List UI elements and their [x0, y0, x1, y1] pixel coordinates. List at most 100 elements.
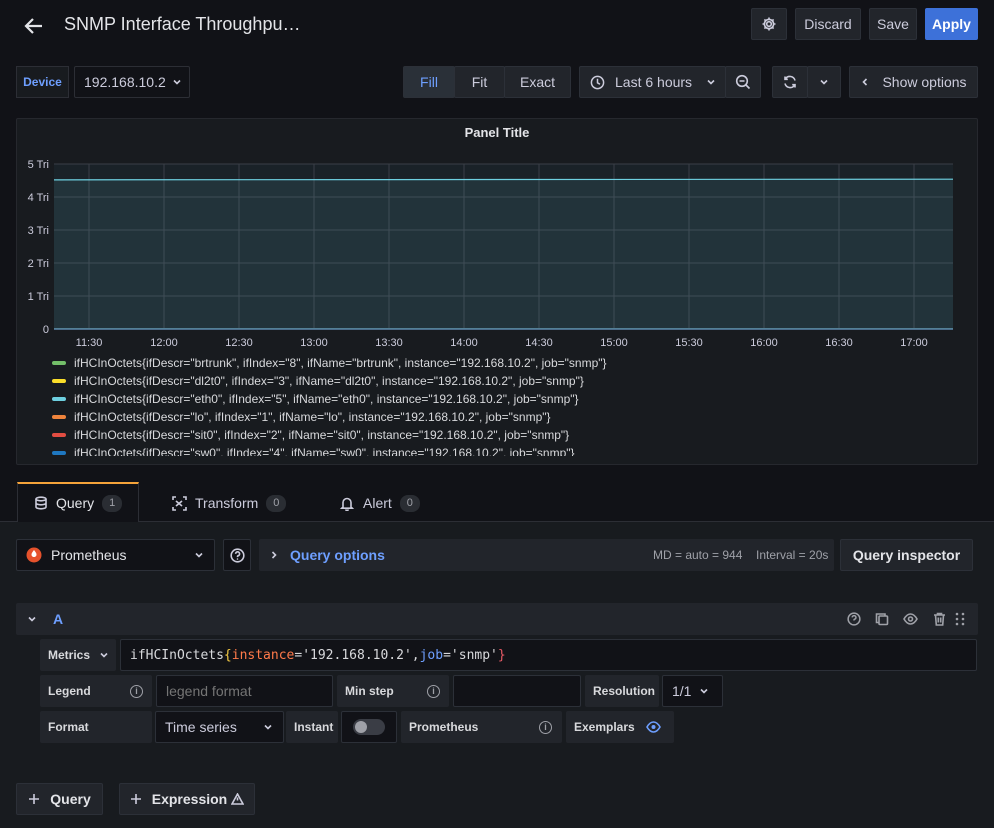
- format-select[interactable]: Time series: [155, 711, 284, 743]
- datasource-name: Prometheus: [51, 547, 127, 563]
- x-tick-label: 13:00: [300, 337, 328, 349]
- legend-item[interactable]: ifHCInOctets{ifDescr="sw0", ifIndex="4",…: [52, 446, 575, 456]
- brace-open: {: [223, 647, 232, 663]
- query-help-button[interactable]: [846, 611, 862, 627]
- chevron-down-icon: [707, 79, 715, 85]
- info-icon[interactable]: i: [539, 720, 552, 734]
- legend-item[interactable]: ifHCInOctets{ifDescr="brtrunk", ifIndex=…: [52, 356, 607, 370]
- variable-label: Device: [16, 66, 69, 98]
- eye-icon: [903, 613, 918, 625]
- legend-label: ifHCInOctets{ifDescr="lo", ifIndex="1", …: [74, 410, 551, 424]
- datasource-picker[interactable]: Prometheus: [16, 539, 215, 571]
- format-value: Time series: [165, 719, 237, 735]
- zoom-out-button[interactable]: [725, 66, 761, 98]
- chevron-right-icon: [271, 551, 277, 559]
- refresh-icon: [784, 75, 796, 89]
- series-area: [54, 179, 953, 329]
- operator-eq: =: [443, 647, 451, 663]
- panel-title[interactable]: Panel Title: [17, 125, 977, 140]
- delete-query-button[interactable]: [931, 611, 947, 627]
- x-tick-label: 15:30: [675, 337, 703, 349]
- info-icon[interactable]: i: [427, 684, 440, 698]
- tab-alert[interactable]: Alert 0: [340, 484, 420, 522]
- legend-item[interactable]: ifHCInOctets{ifDescr="sit0", ifIndex="2"…: [52, 428, 569, 442]
- chevron-down-icon: [100, 652, 108, 658]
- x-tick-label: 14:30: [525, 337, 553, 349]
- help-icon: [847, 612, 861, 626]
- chevron-down-icon: [820, 79, 828, 85]
- tab-query-count: 1: [102, 494, 123, 512]
- back-button[interactable]: [20, 12, 48, 40]
- legend-swatch: [52, 379, 66, 383]
- add-expression-button[interactable]: Expression: [119, 783, 255, 815]
- save-button[interactable]: Save: [869, 8, 917, 40]
- device-select[interactable]: 192.168.10.2: [74, 66, 190, 98]
- y-tick-label: 0: [43, 324, 49, 336]
- bell-icon: [340, 497, 354, 511]
- transform-icon: [172, 495, 187, 511]
- time-range-picker[interactable]: Last 6 hours: [579, 66, 726, 98]
- refresh-interval-button[interactable]: [807, 66, 841, 98]
- metric-name: ifHCInOctets: [130, 647, 224, 663]
- toggle-knob: [355, 721, 367, 733]
- copy-icon: [875, 613, 889, 626]
- resolution-value: 1/1: [672, 683, 692, 699]
- legend-field-label: Legend i: [40, 675, 152, 707]
- exact-button[interactable]: Exact: [504, 66, 571, 98]
- datasource-help-button[interactable]: [223, 539, 251, 571]
- md-info: MD = auto = 944: [653, 548, 743, 562]
- resolution-field-label: Resolution: [585, 675, 659, 707]
- chevron-down-icon: [28, 616, 36, 622]
- add-query-button[interactable]: Query: [16, 783, 103, 815]
- tab-transform[interactable]: Transform 0: [172, 484, 287, 522]
- legend-label: ifHCInOctets{ifDescr="sw0", ifIndex="4",…: [74, 446, 575, 456]
- show-options-label: Show options: [882, 74, 967, 90]
- toggle-visibility-button[interactable]: [902, 611, 919, 627]
- exemplars-label: Exemplars: [574, 720, 635, 734]
- fit-button[interactable]: Fit: [454, 66, 505, 98]
- query-ref-name[interactable]: A: [53, 611, 63, 627]
- label-key-instance: instance: [231, 647, 295, 663]
- legend-item[interactable]: ifHCInOctets{ifDescr="eth0", ifIndex="5"…: [52, 392, 579, 406]
- arrow-left-icon: [24, 18, 42, 34]
- y-tick-label: 5 Tri: [28, 159, 49, 171]
- legend-format-input[interactable]: [156, 675, 333, 707]
- refresh-button[interactable]: [772, 66, 808, 98]
- plus-icon: [130, 794, 141, 804]
- tab-alert-label: Alert: [363, 495, 392, 511]
- apply-button[interactable]: Apply: [925, 8, 978, 40]
- info-icon[interactable]: i: [130, 684, 143, 698]
- query-options-toggle[interactable]: Query options MD = auto = 944 Interval =…: [259, 539, 834, 571]
- drag-handle[interactable]: [954, 611, 966, 627]
- settings-button[interactable]: [751, 8, 787, 40]
- collapse-query-button[interactable]: [24, 611, 40, 627]
- query-expression-input[interactable]: ifHCInOctets{instance = '192.168.10.2', job…: [120, 639, 977, 671]
- database-icon: [35, 496, 47, 510]
- metrics-browser-button[interactable]: Metrics: [40, 639, 116, 671]
- chart[interactable]: 5 Tri 4 Tri 3 Tri 2 Tri 1 Tri 0 11:30 12:00 12:3…: [17, 149, 977, 379]
- query-options-label: Query options: [290, 547, 385, 563]
- query-inspector-button[interactable]: Query inspector: [840, 539, 973, 571]
- resolution-select[interactable]: 1/1: [662, 675, 723, 707]
- legend-label: ifHCInOctets{ifDescr="eth0", ifIndex="5"…: [74, 392, 579, 406]
- tab-transform-label: Transform: [195, 495, 259, 511]
- min-step-input[interactable]: [453, 675, 581, 707]
- chevron-down-icon: [173, 79, 181, 85]
- legend-item[interactable]: ifHCInOctets{ifDescr="dl2t0", ifIndex="3…: [52, 374, 584, 388]
- prometheus-icon: [26, 547, 42, 563]
- discard-button[interactable]: Discard: [795, 8, 861, 40]
- operator-eq: =: [294, 647, 303, 663]
- fill-button[interactable]: Fill: [403, 66, 455, 98]
- exemplars-field-label: Exemplars: [566, 711, 674, 743]
- eye-icon[interactable]: [646, 721, 661, 733]
- show-options-button[interactable]: Show options: [849, 66, 978, 98]
- legend-item[interactable]: ifHCInOctets{ifDescr="lo", ifIndex="1", …: [52, 410, 551, 424]
- chevron-down-icon: [195, 552, 203, 558]
- legend-label: ifHCInOctets{ifDescr="brtrunk", ifIndex=…: [74, 356, 607, 370]
- tab-query[interactable]: Query 1: [17, 482, 139, 522]
- x-tick-label: 12:00: [150, 337, 178, 349]
- add-query-label: Query: [50, 791, 91, 807]
- duplicate-query-button[interactable]: [874, 611, 890, 627]
- instant-toggle[interactable]: [353, 719, 385, 735]
- label-key-job: job: [419, 647, 444, 663]
